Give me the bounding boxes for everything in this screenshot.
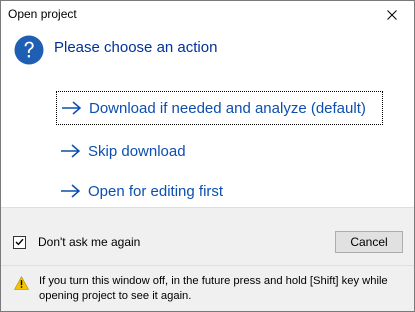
action-label: Open for editing first (88, 182, 224, 200)
dont-ask-checkbox-row[interactable]: Don't ask me again (13, 235, 140, 249)
action-label: Skip download (88, 142, 186, 160)
close-button[interactable] (370, 1, 414, 29)
dont-ask-checkbox[interactable] (13, 235, 26, 249)
dont-ask-label: Don't ask me again (38, 235, 141, 249)
close-icon (387, 10, 397, 20)
title-bar: Open project (1, 1, 414, 29)
arrow-right-icon (61, 184, 81, 198)
download-analyze-link[interactable]: Download if needed and analyze (default) (56, 91, 383, 125)
footer-divider (1, 265, 414, 266)
dialog-footer: Don't ask me again Cancel If you turn th… (1, 207, 414, 311)
arrow-right-icon (62, 101, 82, 115)
dialog-heading: Please choose an action (54, 39, 218, 56)
window-title: Open project (8, 7, 77, 21)
question-icon (14, 35, 44, 65)
warning-icon (14, 276, 29, 290)
action-label: Download if needed and analyze (default) (89, 99, 366, 117)
skip-download-link[interactable]: Skip download (56, 134, 192, 168)
warning-text: If you turn this window off, in the futu… (39, 275, 388, 302)
cancel-button[interactable]: Cancel (335, 231, 403, 253)
dialog-window: Open project Please choose an action Dow… (0, 0, 415, 312)
open-editing-link[interactable]: Open for editing first (56, 174, 229, 208)
dialog-content: Please choose an action Download if need… (1, 29, 414, 207)
arrow-right-icon (61, 144, 81, 158)
checkmark-icon (15, 238, 24, 246)
